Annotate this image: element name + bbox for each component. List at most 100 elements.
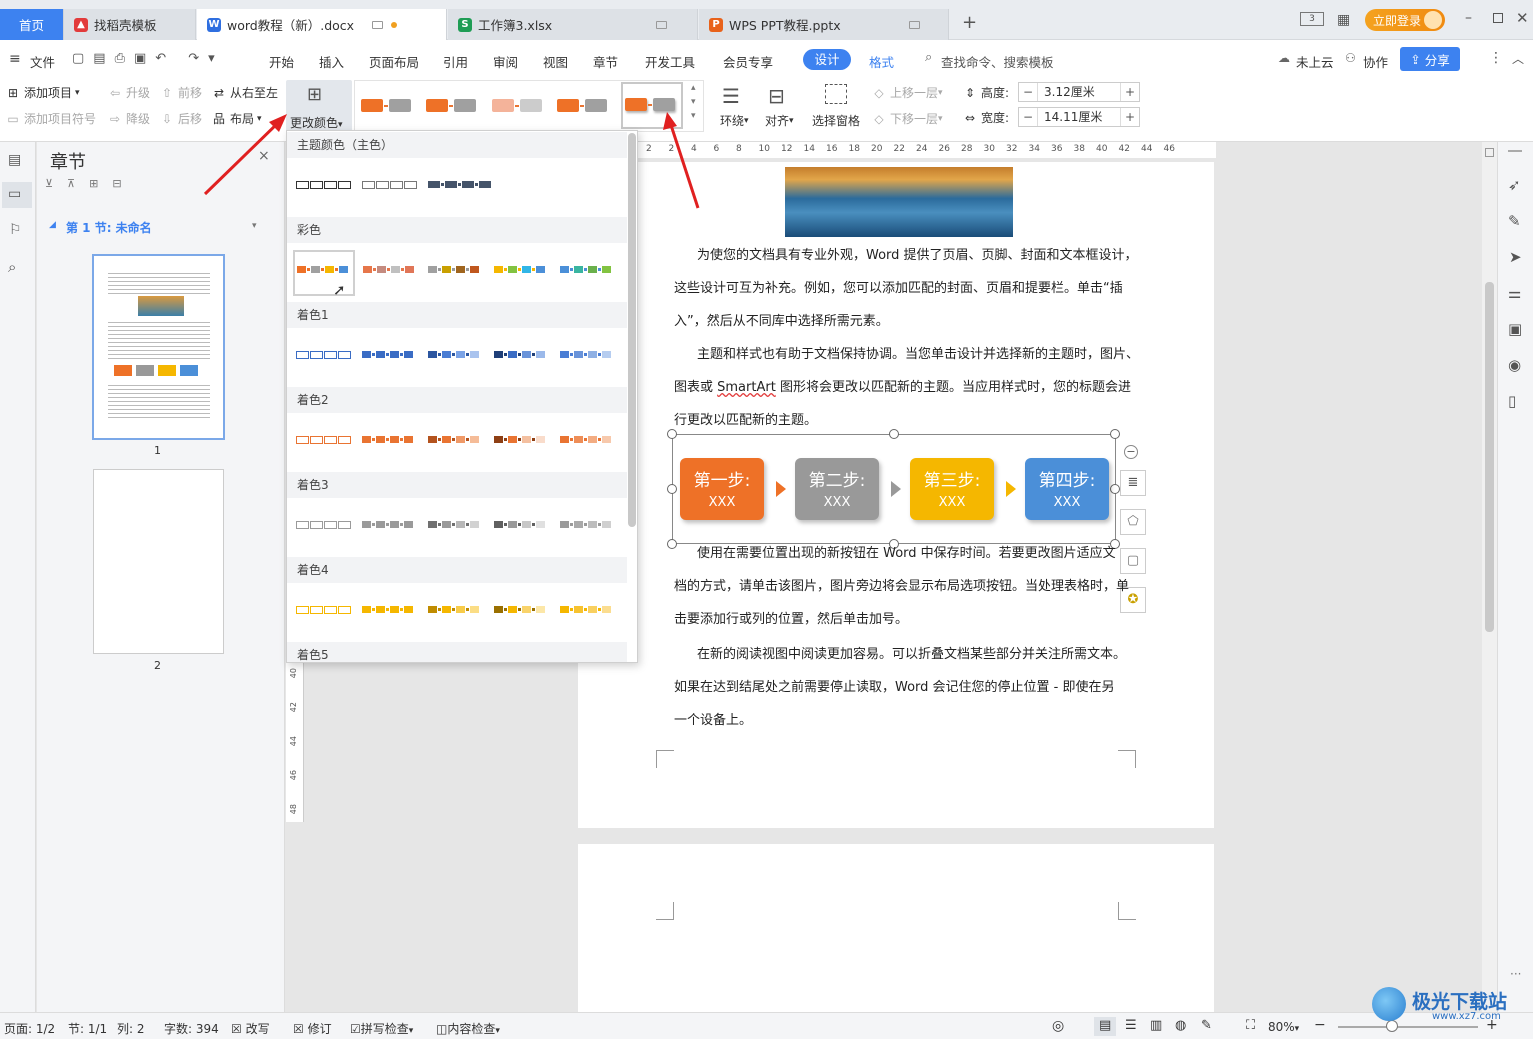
resize-handle[interactable] — [889, 429, 899, 439]
swatch-accent4-2[interactable] — [362, 606, 414, 613]
swatch-accent4-5[interactable] — [560, 606, 612, 613]
swatch-accent2-3[interactable] — [428, 436, 480, 443]
resize-handle[interactable] — [667, 484, 677, 494]
menu-format[interactable]: 格式 — [869, 52, 894, 71]
location-icon[interactable]: ◉ — [1508, 356, 1521, 374]
menu-references[interactable]: 引用 — [443, 52, 468, 71]
search-icon[interactable]: ⌕ — [925, 50, 932, 65]
layout-options-icon[interactable]: ≣ — [1120, 470, 1146, 496]
write-mode-icon[interactable]: ✎ — [1201, 1018, 1212, 1033]
menu-member[interactable]: 会员专享 — [723, 52, 773, 71]
page-2[interactable] — [578, 844, 1214, 1012]
fit-page-icon[interactable]: ⛶ — [1246, 1018, 1255, 1033]
menu-review[interactable]: 审阅 — [493, 52, 518, 71]
tab-word-doc[interactable]: W word教程（新）.docx — [197, 9, 447, 40]
align-button[interactable]: 对齐 ▾ — [765, 112, 794, 129]
collapse-ribbon-icon[interactable]: ︿ — [1512, 50, 1524, 67]
menu-chapter[interactable]: 章节 — [593, 52, 618, 71]
tab-home[interactable]: 首页 — [0, 9, 64, 40]
swatch-accent4-1[interactable] — [296, 606, 352, 614]
decrease-icon[interactable]: − — [1019, 85, 1037, 99]
menu-file[interactable]: 文件 — [30, 52, 55, 71]
swatch-accent2-4[interactable] — [494, 436, 546, 443]
search-icon[interactable]: ⌕ — [8, 258, 16, 276]
swatch-accent3-5[interactable] — [560, 521, 612, 528]
collapse-icon[interactable]: − — [1124, 445, 1138, 459]
tab-templates[interactable]: ▲ 找稻壳模板 — [64, 9, 196, 40]
swatch-accent2-2[interactable] — [362, 436, 414, 443]
resize-handle[interactable] — [1110, 484, 1120, 494]
book-icon[interactable]: ▯ — [1508, 392, 1516, 410]
swatch-colorful-5[interactable] — [560, 266, 612, 273]
select-pane-button[interactable]: 选择窗格 — [812, 112, 860, 129]
track-toggle[interactable]: ☒ 修订 — [293, 1020, 332, 1037]
swatch-accent3-3[interactable] — [428, 521, 480, 528]
swatch-accent3-4[interactable] — [494, 521, 546, 528]
menu-page-layout[interactable]: 页面布局 — [369, 52, 419, 71]
share-button[interactable]: ⇪ 分享 — [1400, 47, 1460, 71]
rocket-icon[interactable]: ➶ — [1508, 176, 1521, 194]
outline-view-icon[interactable]: ☰ — [1125, 1018, 1137, 1033]
step-2-box[interactable]: 第二步: XXX — [795, 458, 879, 520]
swatch-colorful-4[interactable] — [494, 266, 546, 273]
zoom-level[interactable]: 80%▾ — [1268, 1020, 1299, 1034]
section-item[interactable]: 第 1 节: 未命名 — [66, 219, 152, 236]
display-mode-icon[interactable]: 3 — [1300, 12, 1324, 26]
swatch-accent3-1[interactable] — [296, 521, 352, 529]
swatch-accent4-3[interactable] — [428, 606, 480, 613]
maximize-icon[interactable] — [1493, 13, 1503, 23]
width-field[interactable]: −14.11厘米 + — [1018, 107, 1140, 127]
cloud-status[interactable]: 未上云 — [1296, 52, 1334, 71]
spellcheck-toggle[interactable]: ☑拼写检查▾ — [350, 1020, 413, 1037]
swatch-accent1-2[interactable] — [362, 351, 414, 358]
swatch-accent1-5[interactable] — [560, 351, 612, 358]
close-icon[interactable]: ✕ — [1516, 9, 1529, 27]
swatch-accent2-1[interactable] — [296, 436, 352, 444]
tab-xlsx[interactable]: S 工作簿3.xlsx — [448, 9, 698, 40]
collab-button[interactable]: 协作 — [1363, 52, 1388, 71]
step-4-box[interactable]: 第四步: XXX — [1025, 458, 1109, 520]
apps-grid-icon[interactable]: ▦ — [1337, 12, 1350, 28]
settings-sliders-icon[interactable]: ⚌ — [1508, 284, 1521, 302]
page-thumbnail-1[interactable] — [92, 254, 225, 440]
scroll-thumb[interactable] — [1485, 282, 1494, 632]
page-1[interactable]: 为使您的文档具有专业外观，Word 提供了页眉、页脚、封面和文本框设计， 这些设… — [578, 162, 1214, 828]
height-field[interactable]: −3.12厘米 + — [1018, 82, 1140, 102]
swatch-accent1-1[interactable] — [296, 351, 352, 359]
expand-triangle-icon[interactable]: ◢ — [49, 220, 56, 230]
status-words[interactable]: 字数: 394 — [164, 1020, 219, 1037]
more-icon[interactable]: ⋮ — [1489, 50, 1503, 66]
chapter-tool-icons[interactable]: ⊻⊼⊞⊟ — [45, 177, 136, 190]
image-tool-icon[interactable]: ▣ — [1508, 320, 1522, 338]
scroll-split-icon[interactable] — [1485, 148, 1494, 157]
increase-icon[interactable]: + — [1121, 110, 1139, 124]
increase-icon[interactable]: + — [1121, 85, 1139, 99]
menu-design[interactable]: 设计 — [803, 49, 851, 70]
swatch-accent2-5[interactable] — [560, 436, 612, 443]
outline-icon[interactable]: ▤ — [8, 152, 21, 168]
swatch-accent3-2[interactable] — [362, 521, 414, 528]
status-page[interactable]: 页面: 1/2 — [4, 1020, 55, 1037]
section-menu-icon[interactable]: ▾ — [252, 221, 257, 231]
zoom-slider[interactable] — [1338, 1026, 1478, 1028]
hamburger-icon[interactable]: ≡ — [9, 51, 21, 67]
shape-fill-icon[interactable]: ⬠ — [1120, 509, 1146, 535]
smartart-frame[interactable]: 第一步: XXX 第二步: XXX 第三步: XXX 第四步: XXX — [667, 429, 1120, 549]
quick-access-icons[interactable]: ▢▤⎙▣↶ ↷▾ — [72, 51, 224, 66]
cursor-select-icon[interactable]: ➤ — [1509, 248, 1522, 266]
pen-icon[interactable]: ✎ — [1508, 212, 1521, 230]
login-button[interactable]: 立即登录 — [1365, 9, 1445, 31]
swatch-accent1-4[interactable] — [494, 351, 546, 358]
wrap-button[interactable]: 环绕 ▾ — [720, 112, 749, 129]
web-view-icon[interactable]: ◍ — [1175, 1018, 1186, 1033]
zoom-out-icon[interactable]: − — [1314, 1017, 1326, 1033]
overwrite-toggle[interactable]: ☒ 改写 — [231, 1020, 270, 1037]
new-tab-plus-icon[interactable]: + — [962, 12, 977, 33]
more-dots-icon[interactable]: ··· — [1510, 967, 1521, 981]
eye-protect-icon[interactable]: ◎ — [1052, 1018, 1064, 1034]
resize-handle[interactable] — [667, 429, 677, 439]
height-value[interactable]: 3.12厘米 — [1037, 83, 1121, 101]
swatch-colorful-1[interactable] — [297, 266, 349, 273]
bookmark-icon[interactable]: ⚐ — [9, 222, 22, 238]
reading-view-icon[interactable]: ▥ — [1150, 1018, 1162, 1033]
